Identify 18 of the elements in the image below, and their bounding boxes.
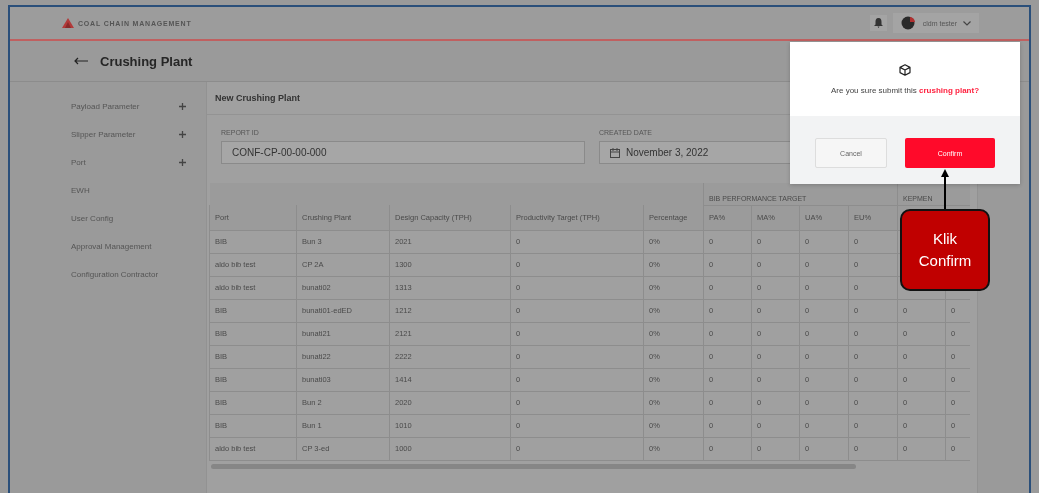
dialog-message: Are you sure submit this crushing plant?	[830, 85, 979, 95]
callout-label: Klik Confirm	[900, 209, 990, 291]
box-icon	[899, 63, 911, 76]
sidebar-item[interactable]: Payload Parameter	[71, 92, 206, 120]
back-arrow-icon[interactable]	[74, 57, 88, 65]
chevron-down-icon	[963, 20, 971, 26]
calendar-icon	[610, 147, 620, 158]
sidebar-item[interactable]: Port	[71, 148, 206, 176]
sidebar-item[interactable]: Configuration Contractor	[71, 260, 206, 288]
sidebar-item[interactable]: EWH	[71, 176, 206, 204]
logo-icon	[62, 18, 74, 28]
avatar-icon	[900, 16, 917, 30]
horizontal-scrollbar[interactable]	[211, 464, 856, 469]
sidebar-item[interactable]: Approval Management	[71, 232, 206, 260]
report-id-field[interactable]: CONF-CP-00-00-000	[221, 141, 585, 164]
page-title: Crushing Plant	[100, 53, 193, 69]
notification-bell-icon[interactable]	[869, 15, 887, 31]
callout-arrow	[940, 169, 950, 209]
